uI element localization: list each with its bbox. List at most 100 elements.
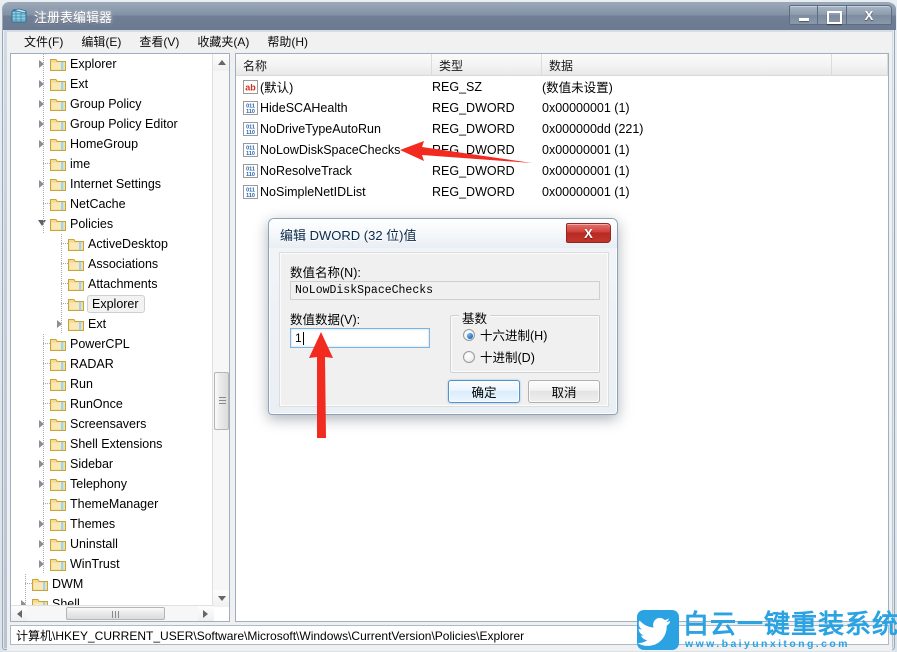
tree-node-associations[interactable]: Associations	[11, 254, 214, 274]
chevron-right-icon[interactable]	[37, 454, 50, 474]
tree-node-runonce[interactable]: RunOnce	[11, 394, 214, 414]
column-header-数据[interactable]: 数据	[542, 54, 832, 76]
table-row[interactable]: 011 110 HideSCAHealth REG_DWORD 0x00000001 (…	[236, 97, 888, 118]
scroll-up-button[interactable]	[213, 54, 229, 71]
chevron-right-icon[interactable]	[37, 434, 50, 454]
chevron-right-icon[interactable]	[37, 174, 50, 194]
tree-node-activedesktop[interactable]: ActiveDesktop	[11, 234, 214, 254]
maximize-button[interactable]	[818, 5, 847, 25]
menu-edit[interactable]: 编辑(E)	[72, 31, 130, 53]
tree-node-internet-settings[interactable]: Internet Settings	[11, 174, 214, 194]
close-button[interactable]: X	[847, 5, 892, 25]
bird-badge-icon	[637, 610, 679, 650]
chevron-right-icon[interactable]	[37, 54, 50, 74]
tree-node-attachments[interactable]: Attachments	[11, 274, 214, 294]
title-bar[interactable]: 注册表编辑器 X	[3, 3, 896, 30]
tree-horizontal-scrollbar[interactable]	[11, 605, 214, 621]
tree-node-wintrust[interactable]: WinTrust	[11, 554, 214, 574]
folder-icon	[50, 418, 66, 431]
chevron-right-icon[interactable]	[55, 314, 68, 334]
chevron-down-icon[interactable]	[37, 214, 50, 234]
tree-node-label: Sidebar	[70, 457, 114, 471]
cancel-button[interactable]: 取消	[528, 380, 600, 403]
tree-node-screensavers[interactable]: Screensavers	[11, 414, 214, 434]
dialog-title-bar[interactable]: 编辑 DWORD (32 位)值 X	[269, 219, 617, 248]
radio-hexadecimal-icon	[463, 328, 475, 341]
value-data-cell: 0x00000001 (1)	[542, 100, 630, 115]
table-row[interactable]: 011 110 NoLowDiskSpaceChecks REG_DWORD 0x000…	[236, 139, 888, 160]
tree-node-powercpl[interactable]: PowerCPL	[11, 334, 214, 354]
tree-node-ext[interactable]: Ext	[11, 314, 214, 334]
tree-node-policies[interactable]: Policies	[11, 214, 214, 234]
chevron-right-icon[interactable]	[37, 134, 50, 154]
value-data-cell: 0x00000001 (1)	[542, 142, 630, 157]
tree-vscroll-thumb[interactable]	[214, 372, 229, 430]
column-header-blank[interactable]	[832, 54, 888, 76]
tree-node-ime[interactable]: ime	[11, 154, 214, 174]
tree-node-themes[interactable]: Themes	[11, 514, 214, 534]
table-row[interactable]: 011 110 NoResolveTrack REG_DWORD 0x00000001 …	[236, 160, 888, 181]
table-row[interactable]: 011 110 NoDriveTypeAutoRun REG_DWORD 0x00000…	[236, 118, 888, 139]
folder-icon	[50, 58, 66, 71]
chevron-right-icon[interactable]	[37, 114, 50, 134]
folder-icon	[50, 138, 66, 151]
value-name-input[interactable]: NoLowDiskSpaceChecks	[290, 281, 600, 300]
registry-tree[interactable]: Explorer Ext Group Policy Group Policy Edit…	[11, 54, 214, 607]
tree-vertical-scrollbar[interactable]	[212, 54, 229, 607]
value-type-cell: REG_DWORD	[432, 100, 515, 115]
menu-file[interactable]: 文件(F)	[15, 31, 72, 53]
tree-node-run[interactable]: Run	[11, 374, 214, 394]
chevron-right-icon[interactable]	[37, 94, 50, 114]
tree-node-label: Policies	[70, 217, 114, 231]
window-controls: X	[789, 5, 892, 25]
folder-icon	[50, 478, 66, 491]
tree-line	[37, 374, 50, 394]
tree-node-group-policy[interactable]: Group Policy	[11, 94, 214, 114]
chevron-right-icon[interactable]	[37, 534, 50, 554]
menu-favorites[interactable]: 收藏夹(A)	[188, 31, 258, 53]
minimize-button[interactable]	[789, 5, 818, 25]
tree-node-label: Telephony	[70, 477, 127, 491]
tree-node-explorer[interactable]: Explorer	[11, 54, 214, 74]
menu-help[interactable]: 帮助(H)	[258, 31, 317, 53]
tree-node-radar[interactable]: RADAR	[11, 354, 214, 374]
scroll-right-button[interactable]	[198, 606, 214, 621]
chevron-right-icon[interactable]	[37, 474, 50, 494]
tree-node-sidebar[interactable]: Sidebar	[11, 454, 214, 474]
ok-button[interactable]: 确定	[448, 380, 520, 403]
tree-node-label: ime	[70, 157, 91, 171]
tree-hscroll-thumb[interactable]	[66, 607, 165, 620]
folder-icon	[50, 538, 66, 551]
chevron-right-icon[interactable]	[37, 74, 50, 94]
folder-icon	[50, 558, 66, 571]
tree-node-explorer[interactable]: Explorer	[11, 294, 214, 314]
dialog-close-button[interactable]: X	[566, 223, 611, 243]
scroll-left-button[interactable]	[11, 606, 27, 621]
table-row[interactable]: 011 110 NoSimpleNetIDList REG_DWORD 0x000000…	[236, 181, 888, 202]
column-header-类型[interactable]: 类型	[432, 54, 542, 76]
tree-node-ext[interactable]: Ext	[11, 74, 214, 94]
tree-node-dwm[interactable]: DWM	[11, 574, 214, 594]
radio-decimal-label: 十进制(D)	[480, 351, 535, 365]
tree-node-shell-extensions[interactable]: Shell Extensions	[11, 434, 214, 454]
folder-icon	[68, 278, 84, 291]
tree-node-telephony[interactable]: Telephony	[11, 474, 214, 494]
tree-node-homegroup[interactable]: HomeGroup	[11, 134, 214, 154]
radio-hexadecimal[interactable]: 十六进制(H)	[463, 325, 547, 344]
column-header-名称[interactable]: 名称	[236, 54, 432, 76]
scroll-down-button[interactable]	[213, 590, 229, 607]
tree-node-uninstall[interactable]: Uninstall	[11, 534, 214, 554]
tree-node-netcache[interactable]: NetCache	[11, 194, 214, 214]
folder-icon	[50, 358, 66, 371]
menu-view[interactable]: 查看(V)	[130, 31, 188, 53]
radio-decimal[interactable]: 十进制(D)	[463, 347, 535, 366]
chevron-right-icon[interactable]	[37, 414, 50, 434]
chevron-right-icon[interactable]	[37, 554, 50, 574]
value-data-input[interactable]: 1	[290, 328, 430, 348]
tree-node-thememanager[interactable]: ThemeManager	[11, 494, 214, 514]
chevron-right-icon[interactable]	[37, 514, 50, 534]
tree-line	[55, 234, 68, 254]
dword-value-icon: 011 110	[243, 163, 260, 178]
tree-node-group-policy-editor[interactable]: Group Policy Editor	[11, 114, 214, 134]
table-row[interactable]: ab (默认) REG_SZ (数值未设置)	[236, 76, 888, 97]
